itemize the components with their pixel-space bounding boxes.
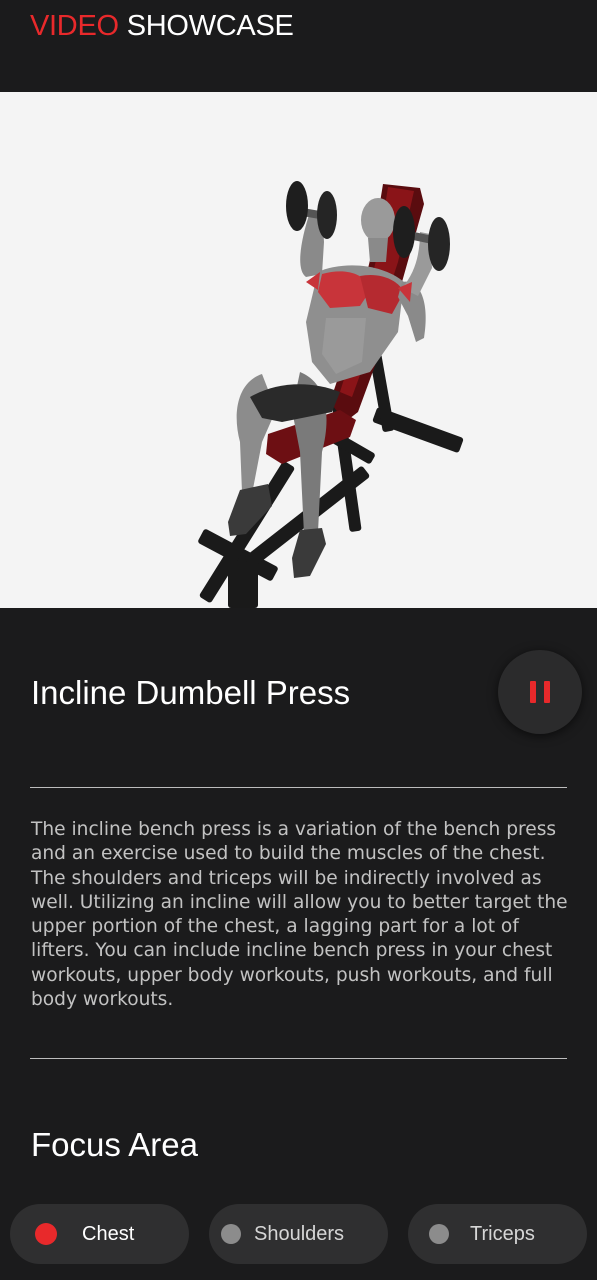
exercise-title: Incline Dumbell Press [31, 674, 351, 711]
inactive-dot-icon [221, 1224, 241, 1244]
divider [30, 787, 567, 788]
focus-chip-triceps[interactable]: Triceps [408, 1204, 587, 1264]
focus-chip-label: Shoulders [254, 1223, 345, 1245]
focus-chip-label: Chest [82, 1223, 135, 1245]
app-title-rest: SHOWCASE [126, 10, 294, 42]
pause-icon [530, 681, 550, 703]
app-header: VIDEO SHOWCASE [0, 0, 597, 92]
focus-chip-label: Triceps [470, 1223, 535, 1245]
exercise-description: The incline bench press is a variation o… [31, 819, 568, 1011]
focus-chip-chest[interactable]: Chest [10, 1204, 189, 1264]
app-title-accent: VIDEO [30, 10, 119, 42]
focus-area-title: Focus Area [31, 1126, 198, 1163]
focus-chip-shoulders[interactable]: Shoulders [209, 1204, 388, 1264]
pause-button[interactable] [498, 650, 582, 734]
divider [30, 1058, 567, 1059]
inactive-dot-icon [429, 1224, 449, 1244]
active-dot-icon [35, 1223, 57, 1245]
app-title: VIDEO SHOWCASE [30, 8, 294, 44]
incline-dumbbell-press-illustration [198, 181, 464, 608]
exercise-video[interactable] [0, 92, 597, 608]
